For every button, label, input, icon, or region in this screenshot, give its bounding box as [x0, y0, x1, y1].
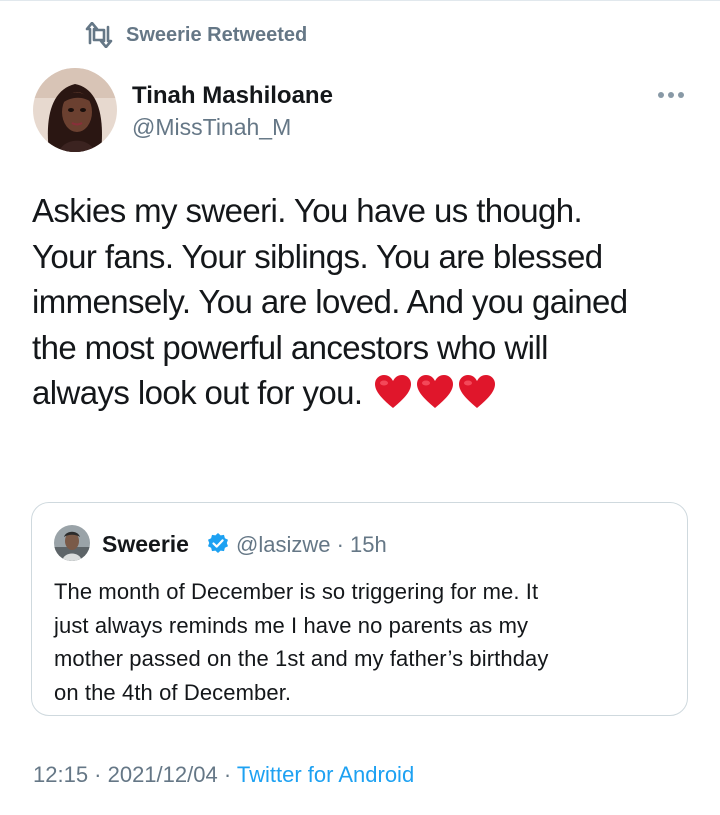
tweet-metadata: 12:15 · 2021/12/04 · Twitter for Android [33, 762, 414, 788]
author-name[interactable]: Tinah Mashiloane [132, 82, 333, 110]
timestamp[interactable]: 12:15 · 2021/12/04 · [33, 762, 237, 787]
verified-badge-icon [208, 533, 228, 553]
tweet-line: Askies my sweeri. You have us though. [32, 192, 583, 229]
quoted-line: on the 4th of December. [54, 679, 292, 705]
retweet-icon [85, 22, 113, 48]
quoted-tweet-text: The month of December is so triggering f… [54, 575, 666, 709]
quoted-line: mother passed on the 1st and my father’s… [54, 646, 549, 671]
retweet-context[interactable]: Sweerie Retweeted [84, 22, 307, 48]
tweet-line: immensely. You are loved. And you gained [32, 283, 628, 320]
top-divider [0, 0, 720, 1]
tweet-line: Your fans. Your siblings. You are blesse… [32, 237, 603, 275]
heart-icon [417, 375, 454, 408]
author-avatar[interactable] [33, 68, 117, 152]
author-handle[interactable]: @MissTinah_M [132, 114, 291, 141]
quoted-handle-time[interactable]: @lasizwe · 15h [236, 532, 387, 558]
tweet-line: the most powerful ancestors who will [32, 328, 548, 366]
tweet-line-last: always look out for you. [32, 370, 692, 416]
source-link[interactable]: Twitter for Android [237, 762, 414, 787]
more-options-icon[interactable] [656, 88, 686, 102]
quoted-author-name[interactable]: Sweerie [102, 531, 189, 558]
heart-icon [375, 375, 412, 408]
quoted-avatar[interactable] [54, 525, 90, 561]
quoted-tweet-card[interactable]: Sweerie @lasizwe · 15h The month of Dece… [31, 502, 688, 716]
heart-icon [459, 375, 496, 408]
quoted-line: The month of December is so triggering f… [54, 579, 539, 604]
retweet-label: Sweerie Retweeted [126, 23, 308, 46]
tweet-text: Askies my sweeri. You have us though. Yo… [32, 188, 692, 416]
tweet-line: always look out for you. [32, 374, 363, 411]
quoted-line: just always reminds me I have no parents… [54, 612, 529, 638]
